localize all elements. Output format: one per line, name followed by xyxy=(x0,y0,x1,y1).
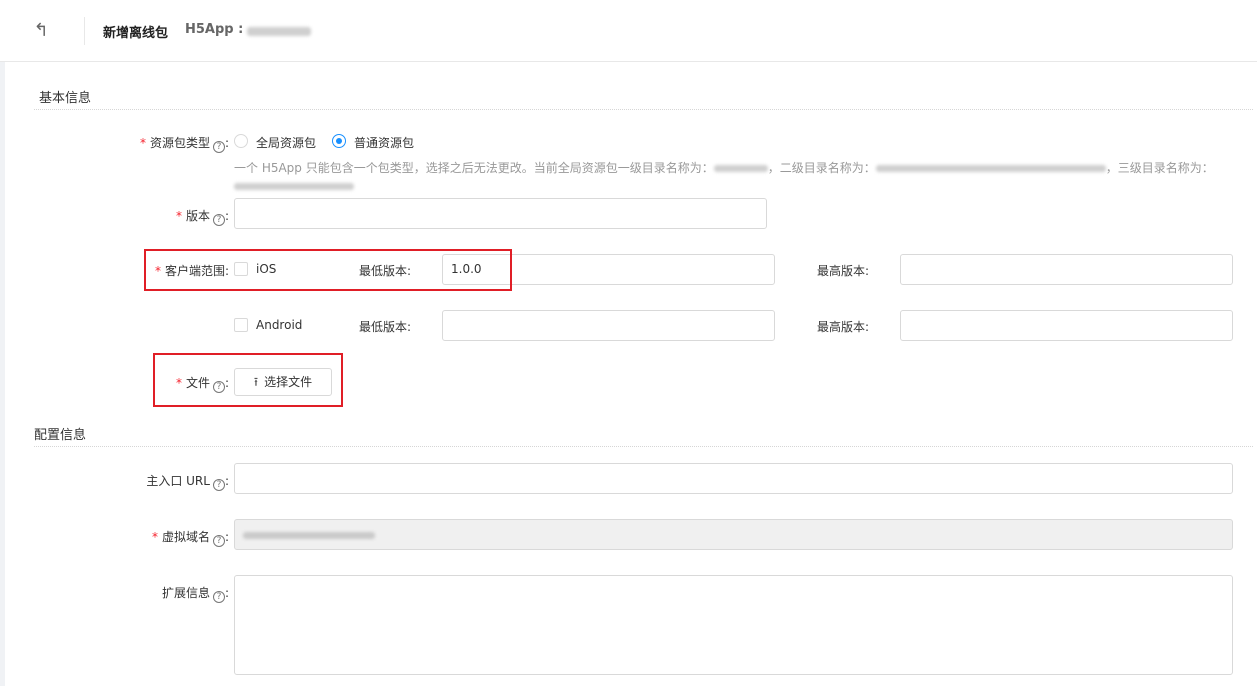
version-label-text: 版本 xyxy=(185,209,210,223)
version-input[interactable] xyxy=(234,198,767,229)
ext-info-label: 扩展信息?: xyxy=(161,586,229,603)
main-url-label: 主入口 URL?: xyxy=(146,474,229,491)
android-max-version-input[interactable] xyxy=(900,310,1233,341)
android-label: Android xyxy=(256,318,303,332)
main-url-label-text: 主入口 URL xyxy=(146,474,210,488)
section-divider xyxy=(34,109,1253,110)
section-divider xyxy=(34,446,1253,447)
help-icon[interactable]: ? xyxy=(212,479,225,491)
virtual-domain-label: * 虚拟域名?: xyxy=(151,530,229,547)
virtual-domain-redacted xyxy=(243,532,375,539)
android-min-version-input[interactable] xyxy=(442,310,775,341)
radio-global-package-label: 全局资源包 xyxy=(256,136,317,150)
hint-text-3: ，三级目录名称为： xyxy=(1105,161,1214,175)
help-icon[interactable]: ? xyxy=(212,591,225,603)
hint-text-1: 一个 H5App 只能包含一个包类型，选择之后无法更改。当前全局资源包一级目录名… xyxy=(234,161,714,175)
ext-info-textarea[interactable] xyxy=(234,575,1233,675)
main-url-input[interactable] xyxy=(234,463,1233,494)
android-max-version-label: 最高版本: xyxy=(817,320,870,334)
android-checkbox[interactable] xyxy=(234,318,248,332)
android-min-version-label: 最低版本: xyxy=(359,320,412,334)
ext-info-label-text: 扩展信息 xyxy=(161,586,210,600)
page-header: ↰ 新增离线包 H5App : xyxy=(0,0,1257,62)
radio-normal-package-label: 普通资源包 xyxy=(354,136,415,150)
package-type-label: * 资源包类型?: xyxy=(139,136,229,153)
dir2-redacted xyxy=(875,165,1106,172)
required-mark: * xyxy=(175,209,182,223)
radio-global-package[interactable] xyxy=(234,134,248,148)
radio-normal-package[interactable] xyxy=(332,134,346,148)
version-label: * 版本?: xyxy=(175,209,229,226)
undo-arrow-icon[interactable]: ↰ xyxy=(30,20,52,42)
header-divider xyxy=(84,17,85,45)
virtual-domain-input xyxy=(234,519,1233,550)
required-mark: * xyxy=(139,136,146,150)
ios-max-version-input[interactable] xyxy=(900,254,1233,285)
package-type-hint: 一个 H5App 只能包含一个包类型，选择之后无法更改。当前全局资源包一级目录名… xyxy=(234,159,1224,195)
section-title-config: 配置信息 xyxy=(34,428,87,443)
page-title: 新增离线包 xyxy=(103,26,169,41)
virtual-domain-label-text: 虚拟域名 xyxy=(161,530,210,544)
h5app-name-redacted xyxy=(247,27,311,36)
help-icon[interactable]: ? xyxy=(212,535,225,547)
ios-max-version-label: 最高版本: xyxy=(817,264,870,278)
package-type-label-text: 资源包类型 xyxy=(149,136,210,150)
help-icon[interactable]: ? xyxy=(212,214,225,226)
highlight-box-client-range xyxy=(144,249,512,291)
highlight-box-file xyxy=(153,353,343,407)
dir3-redacted xyxy=(234,183,354,190)
hint-text-2: ，二级目录名称为： xyxy=(767,161,876,175)
help-icon[interactable]: ? xyxy=(212,141,225,153)
dir1-redacted xyxy=(713,165,768,172)
required-mark: * xyxy=(151,530,158,544)
h5app-label: H5App : xyxy=(185,22,244,37)
section-title-basic: 基本信息 xyxy=(39,91,92,106)
